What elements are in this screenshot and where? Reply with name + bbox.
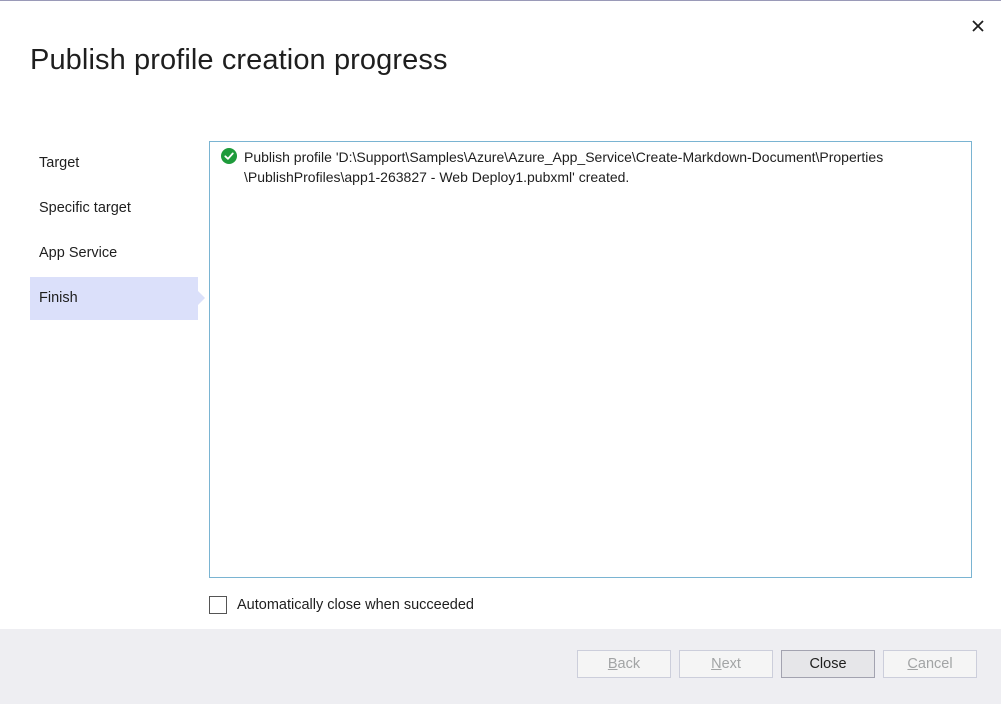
dialog-footer: Back Next Close Cancel xyxy=(0,629,1001,704)
back-button[interactable]: Back xyxy=(577,650,671,678)
progress-log[interactable]: Publish profile 'D:\Support\Samples\Azur… xyxy=(209,141,972,578)
step-target[interactable]: Target xyxy=(30,142,198,185)
auto-close-checkbox[interactable] xyxy=(209,596,227,614)
dialog-title: Publish profile creation progress xyxy=(30,44,448,76)
step-specific-target[interactable]: Specific target xyxy=(30,187,198,230)
auto-close-option[interactable]: Automatically close when succeeded xyxy=(209,594,474,616)
auto-close-label: Automatically close when succeeded xyxy=(237,597,474,613)
next-button[interactable]: Next xyxy=(679,650,773,678)
wizard-steps-nav: Target Specific target App Service Finis… xyxy=(30,142,206,322)
close-button[interactable]: Close xyxy=(781,650,875,678)
cancel-button-label: ancel xyxy=(917,656,953,672)
close-icon[interactable] xyxy=(966,14,990,38)
success-check-icon xyxy=(221,148,237,164)
next-button-mnemonic: N xyxy=(711,656,722,672)
step-app-service[interactable]: App Service xyxy=(30,232,198,275)
window-top-border xyxy=(0,0,1001,1)
cancel-button[interactable]: Cancel xyxy=(883,650,977,678)
step-finish[interactable]: Finish xyxy=(30,277,205,320)
log-message-line: Publish profile 'D:\Support\Samples\Azur… xyxy=(244,149,884,165)
cancel-button-mnemonic: C xyxy=(907,656,918,672)
next-button-label: ext xyxy=(721,656,741,672)
log-message: Publish profile 'D:\Support\Samples\Azur… xyxy=(244,147,959,187)
log-message-line: \PublishProfiles\app1-263827 - Web Deplo… xyxy=(244,169,630,185)
back-button-label: ack xyxy=(617,656,641,672)
back-button-mnemonic: B xyxy=(607,656,618,672)
